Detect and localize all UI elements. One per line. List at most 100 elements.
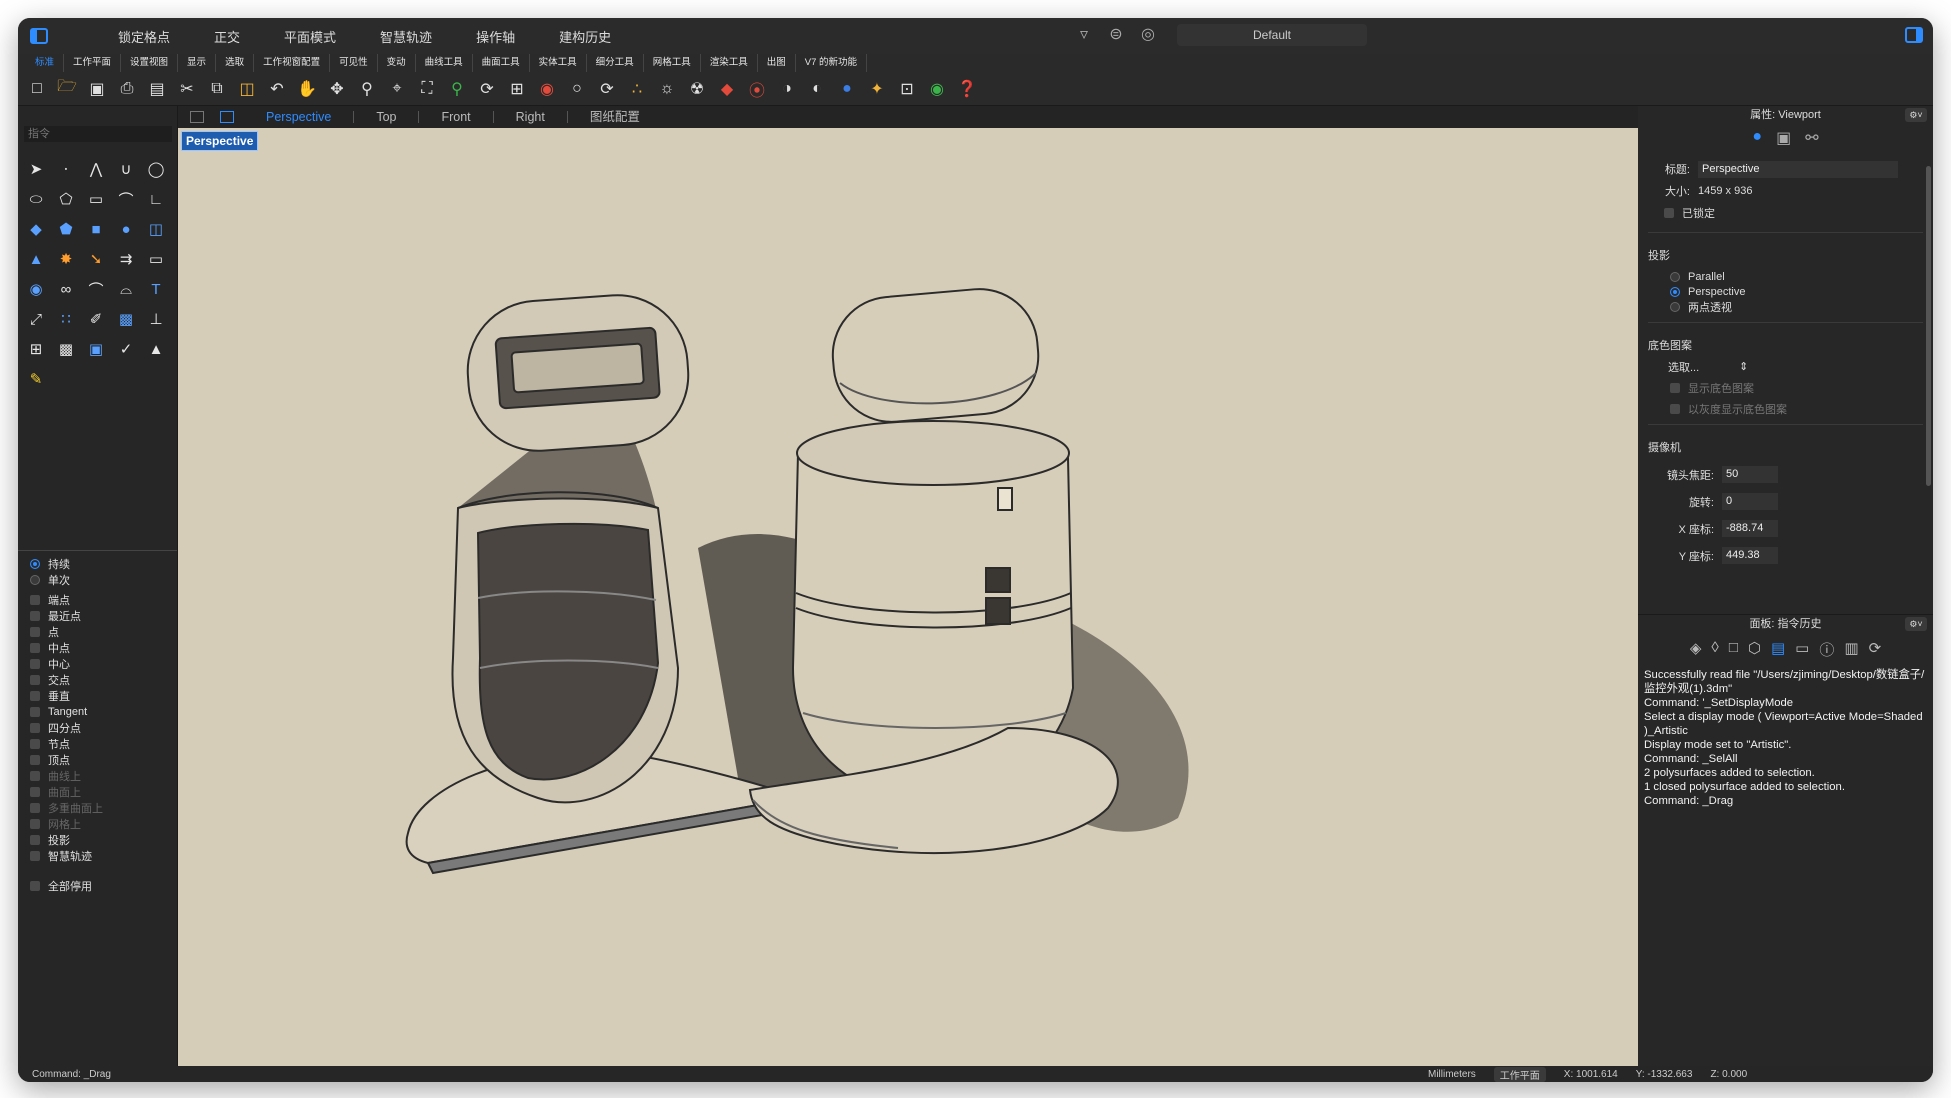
osnap-perp[interactable]: 垂直 (30, 688, 103, 704)
tab-front[interactable]: Front (419, 111, 494, 123)
y-coord-field[interactable]: 449.38 (1722, 547, 1778, 564)
fillet-icon[interactable]: ⌒ (82, 276, 110, 302)
box-icon[interactable]: ■ (82, 216, 110, 242)
wallpaper-show[interactable]: 显示底色图案 (1670, 380, 1933, 395)
osnap-vertex[interactable]: 顶点 (30, 752, 103, 768)
pencil-icon[interactable]: ✎ (22, 366, 50, 392)
osnap-on-mesh[interactable]: 网格上 (30, 816, 103, 832)
grid-snap-icon[interactable]: ⊡ (894, 76, 920, 102)
edit-points-icon[interactable]: ✐ (82, 306, 110, 332)
boolean-icon[interactable]: ▭ (142, 246, 170, 272)
ortho-toggle[interactable]: 正交 (192, 27, 262, 46)
solid-edit-icon[interactable]: ▩ (112, 306, 140, 332)
material-icon[interactable]: ◆ (714, 76, 740, 102)
target-icon[interactable]: ◎ (1137, 24, 1159, 46)
osnap-smarttrack[interactable]: 智慧轨迹 (30, 848, 103, 864)
select-arrow-icon[interactable]: ➤ (22, 156, 50, 182)
viewport-name-label[interactable]: Perspective (181, 131, 259, 151)
new-icon[interactable]: □ (24, 76, 50, 102)
grid-array-icon[interactable]: ⊞ (22, 336, 50, 362)
block-icon[interactable]: ⬡ (1748, 639, 1761, 660)
film-icon[interactable]: ▣ (1776, 128, 1791, 148)
curve-icon[interactable]: ∪ (112, 156, 140, 182)
wallpaper-gray[interactable]: 以灰度显示底色图案 (1670, 401, 1933, 416)
circle-icon[interactable]: ◯ (142, 156, 170, 182)
osnap-point[interactable]: 点 (30, 624, 103, 640)
trim-icon[interactable]: ➘ (82, 246, 110, 272)
snap-once[interactable]: 单次 (30, 572, 103, 588)
fillet-curve-icon[interactable]: ∟ (142, 186, 170, 212)
sphere-icon[interactable]: ◑ (774, 76, 800, 102)
tab-cplanes[interactable]: 工作平面 (64, 54, 122, 72)
tab-render-tools[interactable]: 渲染工具 (701, 54, 758, 72)
render-panel-icon[interactable]: ⟳ (1869, 639, 1882, 660)
surface-icon[interactable]: ◆ (22, 216, 50, 242)
projection-parallel[interactable]: Parallel (1670, 269, 1933, 284)
osnap-intersection[interactable]: 交点 (30, 672, 103, 688)
cplane-selector[interactable]: 工作平面 (1493, 1066, 1546, 1082)
tab-top[interactable]: Top (354, 111, 420, 123)
explode-icon[interactable]: ✸ (52, 246, 80, 272)
open-icon[interactable]: 🗁 (54, 76, 80, 102)
group-icon[interactable]: ∞ (52, 276, 80, 302)
mesh-icon[interactable]: ▲ (22, 246, 50, 272)
locked-row[interactable]: 已锁定 (1638, 202, 1933, 224)
tab-surface-tools[interactable]: 曲面工具 (473, 54, 530, 72)
smarttrack-toggle[interactable]: 智慧轨迹 (358, 27, 454, 46)
filter-icon[interactable]: ▿ (1073, 24, 1095, 46)
x-coord-field[interactable]: -888.74 (1722, 520, 1778, 537)
tab-subd-tools[interactable]: 细分工具 (587, 54, 644, 72)
osnap-near[interactable]: 最近点 (30, 608, 103, 624)
help-panel-icon[interactable]: ⓘ (1819, 639, 1834, 660)
zoom-window-icon[interactable]: ⌖ (384, 76, 410, 102)
right-panel-toggle-icon[interactable] (1905, 27, 1923, 43)
polyline-icon[interactable]: ⋀ (82, 156, 110, 182)
notes-icon[interactable]: ▥ (1844, 639, 1858, 660)
osnap-mid[interactable]: 中点 (30, 640, 103, 656)
undo-view-icon[interactable]: ⟳ (474, 76, 500, 102)
layers-icon[interactable]: ◈ (1690, 639, 1702, 660)
tab-solid-tools[interactable]: 实体工具 (530, 54, 587, 72)
layout-icon[interactable]: ▩ (52, 336, 80, 362)
preset-selector[interactable]: Default (1177, 24, 1367, 46)
tab-visibility[interactable]: 可见性 (330, 54, 378, 72)
link-icon[interactable]: ⚯ (1805, 128, 1818, 148)
gear-icon[interactable]: ⚙˅ (1905, 108, 1927, 122)
gear-icon[interactable]: ⚙˅ (1905, 617, 1927, 631)
units-label[interactable]: Millimeters (1428, 1069, 1476, 1080)
cylinder-icon[interactable]: ◫ (142, 216, 170, 242)
text-icon[interactable]: T (142, 276, 170, 302)
tab-transform[interactable]: 变动 (378, 54, 416, 72)
osnap-end[interactable]: 端点 (30, 592, 103, 608)
tab-right[interactable]: Right (494, 111, 568, 123)
osnap-project[interactable]: 投影 (30, 832, 103, 848)
save-icon[interactable]: ▣ (84, 76, 110, 102)
tab-select[interactable]: 选取 (216, 54, 255, 72)
planar-toggle[interactable]: 平面模式 (262, 27, 358, 46)
split-icon[interactable]: ⇉ (112, 246, 140, 272)
single-view-icon[interactable] (220, 111, 234, 123)
lens-field[interactable]: 50 (1722, 466, 1778, 483)
rotate-icon[interactable]: ⟳ (594, 76, 620, 102)
paste-icon[interactable]: ▤ (144, 76, 170, 102)
pan-hand-icon[interactable]: ✋ (294, 76, 320, 102)
sphere-solid-icon[interactable]: ● (112, 216, 140, 242)
car-icon[interactable]: ◉ (534, 76, 560, 102)
wallpaper-select[interactable]: 选取... ⇕ (1668, 359, 1933, 374)
document-icon[interactable]: □ (1729, 639, 1738, 660)
blue-sphere-icon[interactable]: ● (834, 76, 860, 102)
properties-scrollbar[interactable] (1926, 166, 1931, 486)
light-icon[interactable]: ☼ (654, 76, 680, 102)
render-tool-icon[interactable]: ▲ (142, 336, 170, 362)
undo-icon[interactable]: ↶ (264, 76, 290, 102)
analyze-icon[interactable]: ▣ (82, 336, 110, 362)
tab-viewport-layout[interactable]: 工作视窗配置 (254, 54, 331, 72)
copy-icon[interactable]: ⧉ (204, 76, 230, 102)
check-icon[interactable]: ✓ (112, 336, 140, 362)
history-toggle[interactable]: 建构历史 (537, 27, 633, 46)
render-sphere-icon[interactable]: ◐ (804, 76, 830, 102)
offset-icon[interactable]: ⌓ (112, 276, 140, 302)
camera-icon[interactable]: ● (1752, 128, 1762, 148)
tab-new-in-v7[interactable]: V7 的新功能 (796, 54, 867, 72)
projection-two-point[interactable]: 两点透视 (1670, 299, 1933, 314)
